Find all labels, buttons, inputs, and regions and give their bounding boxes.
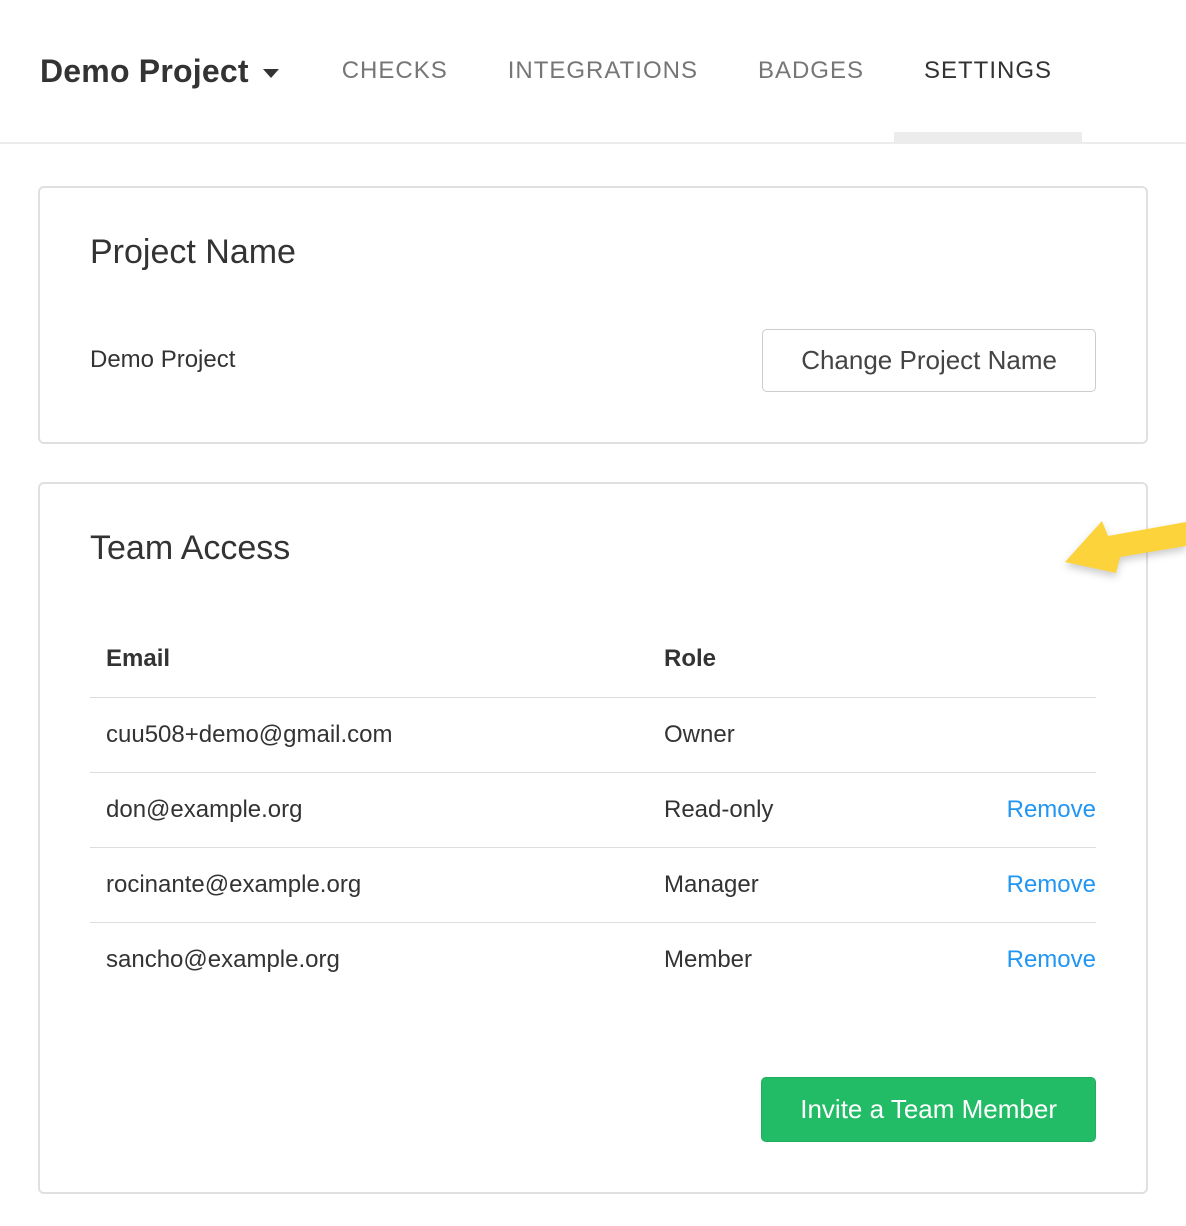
team-table-header-row: Email Role: [90, 607, 1096, 698]
table-row: don@example.org Read-only Remove: [90, 772, 1096, 847]
member-role: Member: [664, 922, 944, 997]
tab-settings[interactable]: SETTINGS: [894, 0, 1082, 142]
member-actions: Remove: [944, 772, 1096, 847]
remove-member-link[interactable]: Remove: [1007, 796, 1096, 823]
current-project-name: Demo Project: [90, 346, 235, 374]
tab-badges[interactable]: BADGES: [728, 0, 894, 142]
remove-member-link[interactable]: Remove: [1007, 871, 1096, 898]
remove-member-link[interactable]: Remove: [1007, 946, 1096, 973]
project-switcher-dropdown[interactable]: Demo Project: [40, 0, 279, 142]
role-column-header: Role: [664, 607, 944, 698]
member-email: don@example.org: [90, 772, 664, 847]
member-email: rocinante@example.org: [90, 847, 664, 922]
project-title: Demo Project: [40, 53, 249, 90]
project-name-card: Project Name Demo Project Change Project…: [38, 186, 1148, 444]
main-content: Project Name Demo Project Change Project…: [0, 186, 1186, 1194]
table-row: cuu508+demo@gmail.com Owner: [90, 697, 1096, 772]
invite-team-member-button[interactable]: Invite a Team Member: [761, 1077, 1096, 1142]
tab-integrations[interactable]: INTEGRATIONS: [478, 0, 728, 142]
member-email: cuu508+demo@gmail.com: [90, 697, 664, 772]
change-project-name-button[interactable]: Change Project Name: [762, 329, 1096, 392]
member-role: Read-only: [664, 772, 944, 847]
member-email: sancho@example.org: [90, 922, 664, 997]
table-row: rocinante@example.org Manager Remove: [90, 847, 1096, 922]
team-access-card-title: Team Access: [90, 528, 1096, 569]
invite-row: Invite a Team Member: [90, 1077, 1096, 1142]
chevron-down-icon: [263, 69, 279, 78]
nav-tabs: CHECKS INTEGRATIONS BADGES SETTINGS: [312, 0, 1082, 142]
member-role: Owner: [664, 697, 944, 772]
settings-page: Demo Project CHECKS INTEGRATIONS BADGES …: [0, 0, 1186, 1226]
member-actions-empty: [944, 697, 1096, 772]
table-row: sancho@example.org Member Remove: [90, 922, 1096, 997]
tab-checks[interactable]: CHECKS: [312, 0, 478, 142]
top-navbar: Demo Project CHECKS INTEGRATIONS BADGES …: [0, 0, 1186, 144]
email-column-header: Email: [90, 607, 664, 698]
member-role: Manager: [664, 847, 944, 922]
actions-column-header: [944, 607, 1096, 698]
member-actions: Remove: [944, 847, 1096, 922]
project-name-card-title: Project Name: [90, 232, 1096, 273]
team-table: Email Role cuu508+demo@gmail.com Owner d…: [90, 607, 1096, 997]
project-name-row: Demo Project Change Project Name: [90, 329, 1096, 392]
team-access-card: Team Access Email Role cuu508+demo@gmail…: [38, 482, 1148, 1194]
member-actions: Remove: [944, 922, 1096, 997]
